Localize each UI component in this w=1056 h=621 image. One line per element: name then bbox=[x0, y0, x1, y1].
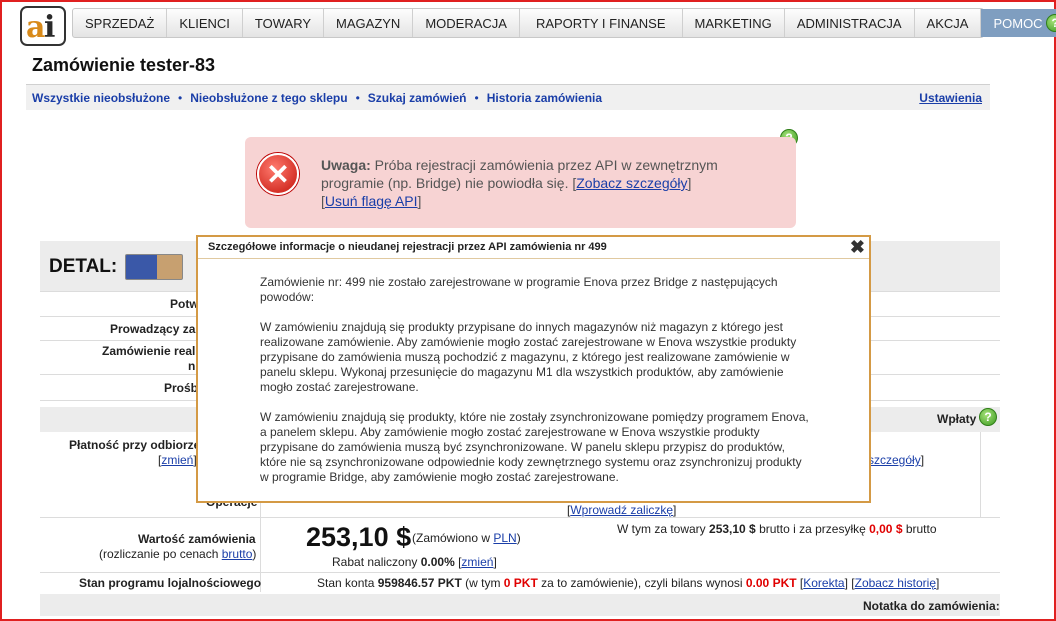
row-label-potw: Potw bbox=[170, 297, 199, 311]
stan-value: 959846.57 PKT bbox=[377, 576, 462, 590]
row-label-prosba: Prośb bbox=[164, 381, 199, 395]
wartosc-label: Wartość zamówienia bbox=[138, 532, 256, 546]
page-title: Zamówienie tester-83 bbox=[32, 55, 216, 75]
link-zobacz-historie[interactable]: Zobacz historię bbox=[855, 576, 936, 590]
nav-pomoc[interactable]: POMOC ? bbox=[981, 9, 1056, 37]
link-ustawienia[interactable]: Ustawienia bbox=[919, 91, 982, 105]
rozliczanie-label: (rozliczanie po cenach bbox=[99, 547, 222, 561]
dialog-paragraph-sync: W zamówieniu znajdują się produkty, któr… bbox=[260, 410, 809, 484]
column-divider bbox=[980, 432, 981, 517]
separator-dot: • bbox=[474, 90, 479, 105]
dialog-body: Zamówienie nr: 499 nie zostało zarejestr… bbox=[198, 259, 869, 485]
nav-marketing[interactable]: MARKETING bbox=[683, 9, 785, 37]
ordered-in-text: (Zamówiono w PLN) bbox=[412, 531, 521, 545]
alert-text: Uwaga: Próba rejestracji zamówienia prze… bbox=[321, 157, 718, 209]
alert-strong: Uwaga: bbox=[321, 157, 371, 173]
api-error-details-dialog: Szczegółowe informacje o nieudanej rejes… bbox=[196, 235, 871, 503]
nav-akcja[interactable]: AKCJA bbox=[915, 9, 982, 37]
shop-badge-icon bbox=[125, 254, 183, 280]
row-label-prowadzacy: Prowadzący za bbox=[110, 322, 196, 336]
rabat-label: Rabat naliczony bbox=[332, 555, 421, 569]
link-wprowadz-zaliczke[interactable]: Wprowadź zaliczkę bbox=[570, 503, 673, 517]
towary-value: 253,10 $ bbox=[709, 522, 756, 536]
loyalty-label: Stan programu lojalnościowego bbox=[79, 576, 262, 590]
svg-text:i: i bbox=[44, 10, 55, 45]
row-label-realizacja: Zamówienie real bbox=[102, 344, 196, 358]
dialog-paragraph-intro: Zamówienie nr: 499 nie zostało zarejestr… bbox=[260, 275, 778, 304]
separator-dot: • bbox=[178, 90, 183, 105]
zaliczka-wrap: [Wprowadź zaliczkę] bbox=[567, 503, 677, 517]
stan-prefix: Stan konta bbox=[317, 576, 378, 590]
bilans-value: 0.00 PKT bbox=[745, 576, 797, 590]
nav-sprzedaz[interactable]: SPRZEDAŻ bbox=[73, 9, 168, 37]
divider bbox=[40, 572, 1000, 573]
link-korekta[interactable]: Korekta bbox=[803, 576, 844, 590]
towary-breakdown: W tym za towary 253,10 $ brutto i za prz… bbox=[617, 522, 937, 536]
w-tym-pkt-label: (w tym bbox=[461, 576, 504, 590]
link-zmien-platnosc[interactable]: zmień bbox=[161, 453, 193, 467]
platnosc-label: Płatność przy odbiorze bbox=[69, 438, 201, 452]
error-icon: ✕ bbox=[257, 153, 299, 195]
main-nav: SPRZEDAŻ KLIENCI TOWARY MAGAZYN MODERACJ… bbox=[72, 8, 1056, 38]
sub-navigation: Wszystkie nieobsłużone • Nieobsłużone z … bbox=[26, 84, 990, 110]
link-nieobsluzone-sklep[interactable]: Nieobsłużone z tego sklepu bbox=[190, 91, 347, 105]
link-zmien-rabat[interactable]: zmień bbox=[461, 555, 493, 569]
order-price: 253,10 $ bbox=[306, 522, 412, 552]
wplaty-label: Wpłaty bbox=[937, 412, 977, 426]
svg-text:a: a bbox=[26, 10, 45, 45]
nav-moderacja[interactable]: MODERACJA bbox=[413, 9, 520, 37]
detal-label: DETAL: bbox=[49, 256, 118, 277]
za-to-label: za to zamówienie), czyli bilans wynosi bbox=[537, 576, 746, 590]
rozliczanie-text: (rozliczanie po cenach brutto) bbox=[99, 547, 257, 561]
api-error-alert: ✕ Uwaga: Próba rejestracji zamówienia pr… bbox=[245, 137, 796, 228]
close-icon[interactable]: ✖ bbox=[850, 237, 865, 258]
help-icon: ? bbox=[1046, 14, 1056, 32]
brutto-mid-label: brutto i za przesyłkę bbox=[755, 522, 870, 536]
link-brutto[interactable]: brutto bbox=[222, 547, 253, 561]
nav-raporty[interactable]: RAPORTY I FINANSE bbox=[520, 9, 683, 37]
nav-klienci[interactable]: KLIENCI bbox=[167, 9, 243, 37]
loyalty-status: Stan konta 959846.57 PKT (w tym 0 PKT za… bbox=[317, 576, 940, 590]
link-wszystkie-nieobsluzone[interactable]: Wszystkie nieobsłużone bbox=[32, 91, 170, 105]
link-usun-flage-api[interactable]: Usuń flagę API bbox=[325, 193, 418, 209]
help-icon[interactable]: ? bbox=[979, 408, 997, 426]
rabat-value: 0.00% bbox=[420, 555, 455, 569]
nav-towary[interactable]: TOWARY bbox=[243, 9, 325, 37]
nav-administracja[interactable]: ADMINISTRACJA bbox=[785, 9, 915, 37]
przesylka-value: 0,00 $ bbox=[869, 522, 903, 536]
nav-magazyn[interactable]: MAGAZYN bbox=[324, 9, 414, 37]
brutto-end-label: brutto bbox=[902, 522, 937, 536]
nav-pomoc-label: POMOC bbox=[993, 15, 1043, 31]
link-szczegoly-platnosci[interactable]: szczegóły bbox=[868, 453, 921, 467]
divider bbox=[40, 517, 1000, 518]
dialog-title: Szczegółowe informacje o nieudanej rejes… bbox=[208, 241, 607, 253]
dialog-header: Szczegółowe informacje o nieudanej rejes… bbox=[198, 237, 869, 259]
w-tym-label: W tym za towary bbox=[617, 522, 710, 536]
link-currency-pln[interactable]: PLN bbox=[493, 531, 516, 545]
w-tym-pkt-value: 0 PKT bbox=[503, 576, 538, 590]
row-label-realizacja-cont: n bbox=[188, 359, 196, 373]
szczegoly-wrap: szczegóły] bbox=[868, 453, 925, 467]
link-historia-zamowienia[interactable]: Historia zamówienia bbox=[487, 91, 602, 105]
dialog-paragraph-warehouse: W zamówieniu znajdują się produkty przyp… bbox=[260, 320, 797, 394]
separator-dot: • bbox=[355, 90, 360, 105]
notatka-label: Notatka do zamówienia: bbox=[863, 599, 1000, 613]
rabat-text: Rabat naliczony 0.00% [zmień] bbox=[332, 555, 497, 569]
link-zobacz-szczegoly[interactable]: Zobacz szczegóły bbox=[576, 175, 687, 191]
platnosc-zmien: [zmień] bbox=[158, 453, 197, 467]
notes-band bbox=[40, 594, 1000, 616]
link-szukaj-zamowien[interactable]: Szukaj zamówień bbox=[368, 91, 467, 105]
app-logo[interactable]: a i bbox=[20, 6, 66, 46]
ordered-in-label: (Zamówiono w bbox=[412, 531, 494, 545]
